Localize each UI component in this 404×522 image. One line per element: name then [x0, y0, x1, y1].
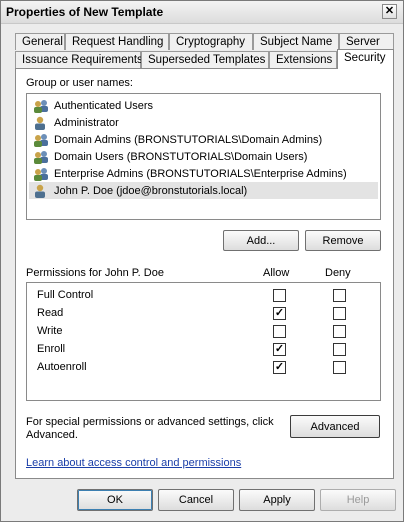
help-button[interactable]: Help [320, 489, 396, 511]
tab-request-handling[interactable]: Request Handling [65, 33, 169, 50]
allow-checkbox-enroll[interactable]: ✓ [273, 343, 286, 356]
group-names-label: Group or user names: [26, 77, 133, 89]
window-title: Properties of New Template [6, 5, 164, 19]
group-user-list[interactable]: Authenticated Users Administrator Domain… [26, 93, 381, 220]
tab-extensions[interactable]: Extensions [269, 51, 337, 68]
list-item-label: Enterprise Admins (BRONSTUTORIALS\Enterp… [54, 167, 347, 180]
allow-checkbox-write[interactable] [273, 325, 286, 338]
tab-superseded-templates[interactable]: Superseded Templates [141, 51, 269, 68]
permissions-label: Permissions for John P. Doe [26, 267, 164, 279]
user-group-icon [32, 133, 50, 147]
close-icon: ✕ [384, 5, 395, 17]
deny-checkbox-read[interactable] [333, 307, 346, 320]
access-control-help-link[interactable]: Learn about access control and permissio… [26, 457, 241, 469]
dialog-window: Properties of New Template ✕ General Req… [0, 0, 404, 522]
list-item-label: Domain Users (BRONSTUTORIALS\Domain User… [54, 150, 308, 163]
remove-button[interactable]: Remove [305, 230, 381, 251]
list-item[interactable]: Enterprise Admins (BRONSTUTORIALS\Enterp… [29, 165, 378, 182]
allow-header: Allow [263, 267, 290, 279]
tab-issuance-requirements[interactable]: Issuance Requirements [15, 51, 143, 68]
list-item[interactable]: Domain Admins (BRONSTUTORIALS\Domain Adm… [29, 131, 378, 148]
permissions-list: Full Control Read ✓ Write Enroll ✓ Autoe… [26, 282, 381, 401]
advanced-button[interactable]: Advanced [290, 415, 380, 438]
ok-button[interactable]: OK [77, 489, 153, 511]
tab-subject-name[interactable]: Subject Name [253, 33, 339, 50]
list-item-selected[interactable]: John P. Doe (jdoe@bronstutorials.local) [29, 182, 378, 199]
deny-checkbox-full-control[interactable] [333, 289, 346, 302]
user-icon [32, 184, 50, 198]
advanced-hint-line2: Advanced. [26, 429, 78, 441]
deny-checkbox-write[interactable] [333, 325, 346, 338]
deny-header: Deny [325, 267, 351, 279]
deny-checkbox-autoenroll[interactable] [333, 361, 346, 374]
user-group-icon [32, 167, 50, 181]
tab-general[interactable]: General [15, 33, 65, 50]
allow-checkbox-full-control[interactable] [273, 289, 286, 302]
add-button[interactable]: Add... [223, 230, 299, 251]
list-item-label: Domain Admins (BRONSTUTORIALS\Domain Adm… [54, 133, 323, 146]
list-item-label: John P. Doe (jdoe@bronstutorials.local) [54, 184, 248, 197]
user-icon [32, 116, 50, 130]
permission-name: Read [37, 307, 64, 319]
tab-security[interactable]: Security [337, 49, 394, 69]
close-button[interactable]: ✕ [382, 4, 397, 19]
list-item[interactable]: Domain Users (BRONSTUTORIALS\Domain User… [29, 148, 378, 165]
deny-checkbox-enroll[interactable] [333, 343, 346, 356]
tab-server[interactable]: Server [339, 33, 394, 50]
user-group-icon [32, 150, 50, 164]
allow-checkbox-read[interactable]: ✓ [273, 307, 286, 320]
apply-button[interactable]: Apply [239, 489, 315, 511]
cancel-button[interactable]: Cancel [158, 489, 234, 511]
list-item[interactable]: Authenticated Users [29, 97, 378, 114]
tab-cryptography[interactable]: Cryptography [169, 33, 253, 50]
allow-checkbox-autoenroll[interactable]: ✓ [273, 361, 286, 374]
list-item-label: Authenticated Users [54, 99, 154, 112]
list-item[interactable]: Administrator [29, 114, 378, 131]
user-group-icon [32, 99, 50, 113]
permission-name: Autoenroll [37, 361, 87, 373]
list-item-label: Administrator [54, 116, 119, 129]
permission-name: Full Control [37, 289, 94, 301]
title-bar: Properties of New Template ✕ [1, 1, 403, 24]
permission-name: Enroll [37, 343, 66, 355]
permission-name: Write [37, 325, 63, 337]
advanced-hint-line1: For special permissions or advanced sett… [26, 416, 274, 428]
